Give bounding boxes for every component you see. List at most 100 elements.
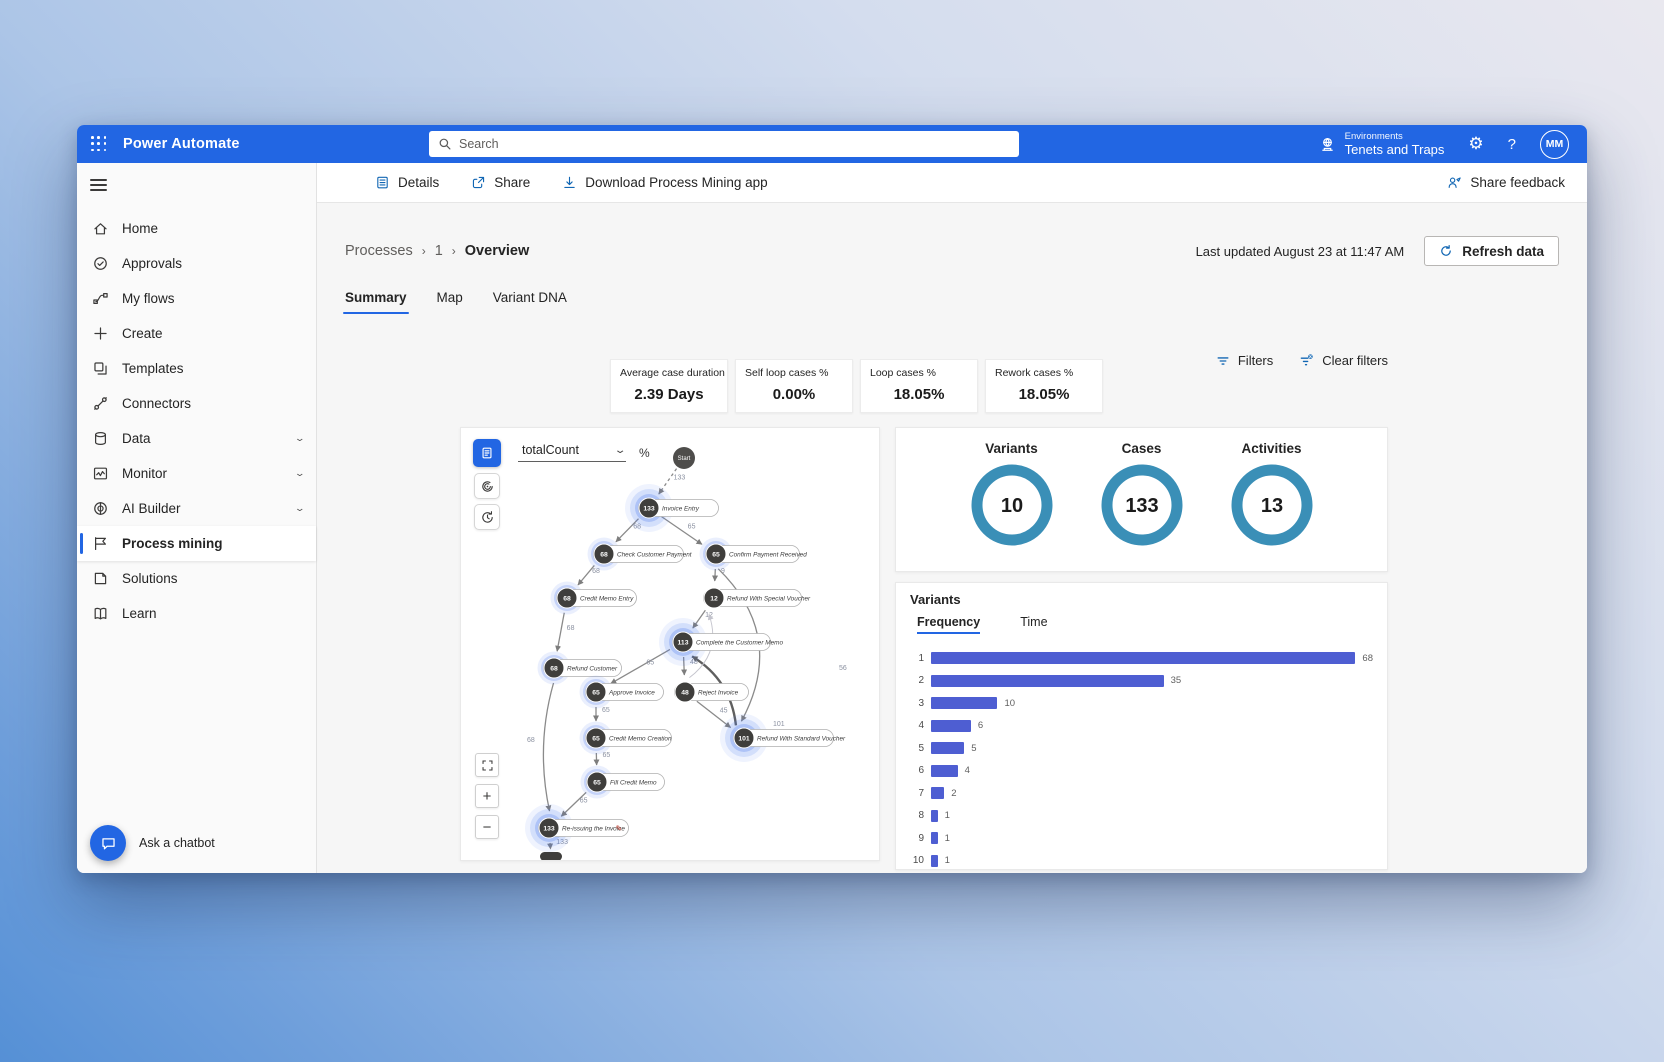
chatbot-button[interactable] bbox=[90, 825, 126, 861]
breadcrumb-link[interactable]: Processes bbox=[345, 243, 413, 259]
svg-text:10: 10 bbox=[1000, 495, 1022, 517]
variant-bar[interactable] bbox=[931, 765, 958, 777]
map-attribute-button[interactable] bbox=[473, 439, 501, 467]
map-zoom-out-button[interactable]: − bbox=[475, 815, 499, 839]
map-edge-label: 133 bbox=[674, 474, 686, 481]
variant-bar[interactable] bbox=[931, 832, 938, 844]
sidebar-item-my-flows[interactable]: My flows bbox=[77, 281, 316, 316]
variant-bar[interactable] bbox=[931, 742, 964, 754]
map-history-button[interactable] bbox=[474, 504, 500, 530]
map-node-complete-the-customer-memo[interactable]: Complete the Customer Memo113 bbox=[659, 618, 783, 666]
share-button[interactable]: Share bbox=[471, 175, 530, 190]
variants-tab-frequency[interactable]: Frequency bbox=[917, 615, 980, 634]
sidebar-item-learn[interactable]: Learn bbox=[77, 596, 316, 631]
breadcrumb-link[interactable]: 1 bbox=[435, 243, 443, 259]
sidebar-item-label: Learn bbox=[122, 606, 157, 621]
search-input[interactable] bbox=[459, 137, 1010, 151]
sidebar-item-templates[interactable]: Templates bbox=[77, 351, 316, 386]
search-box[interactable] bbox=[429, 131, 1019, 157]
chatbot-label[interactable]: Ask a chatbot bbox=[139, 836, 215, 850]
sidebar-item-approvals[interactable]: Approvals bbox=[77, 246, 316, 281]
hamburger-menu-icon[interactable] bbox=[90, 179, 107, 191]
sidebar-item-data[interactable]: Data⌄ bbox=[77, 421, 316, 456]
sidebar-item-label: Templates bbox=[122, 361, 184, 376]
variant-bar[interactable] bbox=[931, 810, 938, 822]
sidebar-item-label: Approvals bbox=[122, 256, 182, 271]
app-title: Power Automate bbox=[123, 136, 240, 152]
sidebar-item-monitor[interactable]: Monitor⌄ bbox=[77, 456, 316, 491]
details-icon bbox=[375, 175, 390, 190]
map-fullscreen-button[interactable] bbox=[475, 753, 499, 777]
sidebar-item-ai-builder[interactable]: AI Builder⌄ bbox=[77, 491, 316, 526]
tab-map[interactable]: Map bbox=[437, 290, 463, 314]
variant-value-label: 1 bbox=[945, 810, 950, 821]
map-node-confirm-payment-received[interactable]: Confirm Payment Received65 bbox=[700, 538, 808, 571]
map-node-refund-customer[interactable]: Refund Customer68 bbox=[538, 652, 622, 685]
map-node-check-customer-payment[interactable]: Check Customer Payment68 bbox=[588, 538, 692, 571]
map-node-credit-memo-entry[interactable]: Credit Memo Entry68 bbox=[551, 582, 637, 615]
map-node-re-issuing-the-invoice[interactable]: Re-issuing the Invoice✎133 bbox=[525, 804, 629, 852]
help-icon[interactable]: ? bbox=[1508, 136, 1516, 153]
map-node-reject-invoice[interactable]: Reject Invoice48 bbox=[675, 682, 749, 702]
map-metric-dropdown[interactable]: totalCount ⌄ bbox=[518, 441, 626, 462]
share-feedback-icon bbox=[1447, 175, 1462, 190]
details-button[interactable]: Details bbox=[375, 175, 439, 190]
user-avatar[interactable]: MM bbox=[1540, 130, 1569, 159]
stat-activities: Activities13 bbox=[1227, 441, 1317, 571]
monitor-icon bbox=[92, 465, 109, 482]
variant-bar[interactable] bbox=[931, 720, 971, 732]
map-node-end[interactable] bbox=[540, 852, 562, 861]
breadcrumb-separator: › bbox=[452, 244, 456, 258]
app-launcher-waffle-icon[interactable] bbox=[91, 136, 107, 152]
map-node-label: Fill Credit Memo bbox=[610, 779, 657, 786]
map-node-label: Refund With Special Voucher bbox=[727, 595, 811, 602]
variant-rank-label: 2 bbox=[910, 675, 924, 686]
tab-summary[interactable]: Summary bbox=[345, 290, 407, 314]
variant-bar[interactable] bbox=[931, 855, 938, 867]
map-node-refund-with-special-voucher[interactable]: Refund With Special Voucher12 bbox=[704, 588, 812, 608]
sidebar-item-connectors[interactable]: Connectors bbox=[77, 386, 316, 421]
ai-builder-icon bbox=[92, 500, 109, 517]
variant-bar[interactable] bbox=[931, 697, 997, 709]
variants-tab-time[interactable]: Time bbox=[1020, 615, 1047, 634]
map-edge[interactable] bbox=[715, 569, 716, 581]
my-flows-icon bbox=[92, 290, 109, 307]
variant-bar[interactable] bbox=[931, 675, 1164, 687]
map-node-label: Credit Memo Creation bbox=[609, 735, 672, 742]
refresh-data-button[interactable]: Refresh data bbox=[1424, 236, 1559, 266]
download-app-button[interactable]: Download Process Mining app bbox=[562, 175, 767, 190]
kpi-label: Rework cases % bbox=[995, 367, 1093, 379]
map-focus-button[interactable] bbox=[474, 473, 500, 499]
map-zoom-in-button[interactable]: + bbox=[475, 784, 499, 808]
clear-filters-button[interactable]: Clear filters bbox=[1299, 353, 1388, 368]
map-node-fill-credit-memo[interactable]: Fill Credit Memo65 bbox=[581, 766, 665, 799]
sidebar-item-process-mining[interactable]: Process mining bbox=[77, 526, 316, 561]
map-edge[interactable] bbox=[557, 613, 564, 652]
share-feedback-button[interactable]: Share feedback bbox=[1447, 175, 1565, 190]
map-edge[interactable] bbox=[543, 683, 553, 811]
map-node-count: 101 bbox=[738, 735, 750, 742]
variant-bar[interactable] bbox=[931, 652, 1355, 664]
stat-label: Activities bbox=[1227, 441, 1317, 456]
tab-variant-dna[interactable]: Variant DNA bbox=[493, 290, 567, 314]
variants-tabs: Frequency Time bbox=[917, 615, 1373, 634]
filters-button[interactable]: Filters bbox=[1216, 353, 1273, 368]
map-node-invoice-entry[interactable]: Invoice Entry133 bbox=[625, 484, 719, 532]
map-node-credit-memo-creation[interactable]: Credit Memo Creation65 bbox=[580, 722, 672, 755]
map-edge-label: 45 bbox=[720, 707, 728, 714]
app-header: Power Automate Environments Tenets and T… bbox=[77, 125, 1587, 163]
variant-value-label: 68 bbox=[1362, 653, 1373, 664]
sidebar-item-home[interactable]: Home bbox=[77, 211, 316, 246]
map-node-start[interactable]: Start bbox=[673, 447, 695, 469]
variant-bar[interactable] bbox=[931, 787, 944, 799]
settings-gear-icon[interactable]: ⚙ bbox=[1468, 136, 1483, 153]
sidebar-item-solutions[interactable]: Solutions bbox=[77, 561, 316, 596]
environment-picker[interactable]: Environments Tenets and Traps bbox=[1319, 131, 1445, 157]
map-edge-label: 101 bbox=[773, 721, 785, 728]
variant-row: 64 bbox=[910, 760, 1373, 783]
map-node-approve-invoice[interactable]: Approve Invoice65 bbox=[580, 676, 664, 709]
map-node-label: Confirm Payment Received bbox=[729, 551, 807, 558]
sidebar-item-create[interactable]: Create bbox=[77, 316, 316, 351]
process-map-graph[interactable]: 1336865689126865486565656845561013133Sta… bbox=[461, 428, 880, 861]
variant-value-label: 35 bbox=[1171, 675, 1182, 686]
